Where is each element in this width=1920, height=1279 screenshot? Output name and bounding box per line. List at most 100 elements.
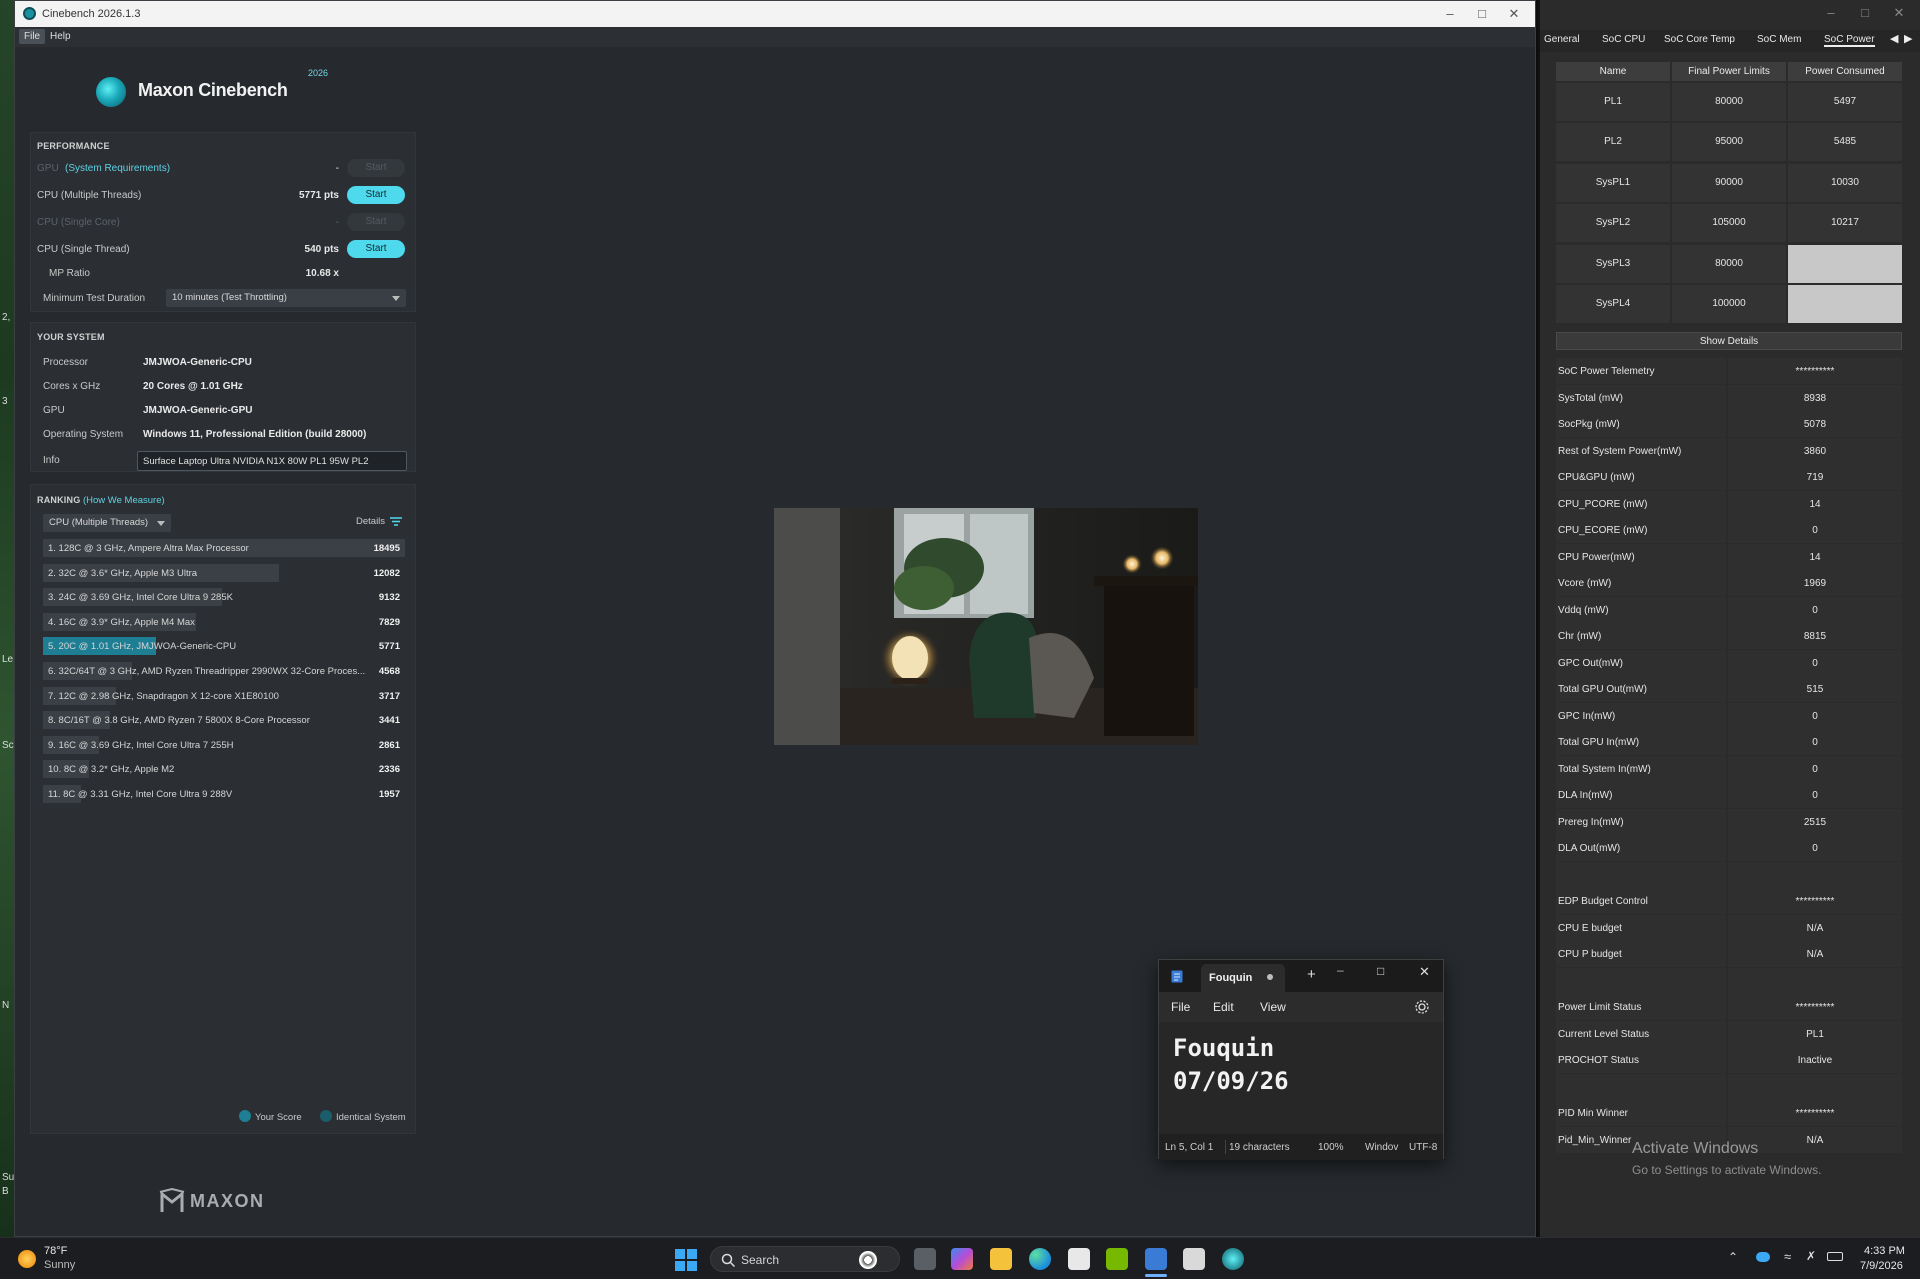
processor-label: Processor (43, 357, 89, 368)
activate-windows-title: Activate Windows (1632, 1140, 1759, 1157)
cpu-single-core-start-button[interactable]: Start (347, 213, 405, 231)
notepad-menubar: File Edit View (1159, 992, 1443, 1022)
tab-general[interactable]: General (1544, 34, 1580, 45)
wifi-icon[interactable]: ≈ (1784, 1249, 1791, 1264)
ranking-row[interactable]: 11. 8C @ 3.31 GHz, Intel Core Ultra 9 28… (43, 785, 405, 803)
battery-icon[interactable] (1827, 1252, 1843, 1261)
tab-soc-power[interactable]: SoC Power (1824, 34, 1875, 47)
microsoft-store-icon[interactable] (1068, 1248, 1090, 1270)
tab-soc-core-temp[interactable]: SoC Core Temp (1664, 34, 1735, 45)
menu-file[interactable]: File (19, 29, 46, 44)
snipping-tool-icon[interactable] (1183, 1248, 1205, 1270)
how-we-measure-link[interactable]: (How We Measure) (83, 495, 165, 506)
new-tab-button[interactable]: + (1307, 966, 1316, 983)
file-explorer-icon[interactable] (990, 1248, 1012, 1270)
notepad-text-area[interactable]: Fouquin 07/09/26 (1159, 1022, 1443, 1134)
close-button[interactable]: ✕ (1501, 5, 1527, 23)
telemetry-row: GPC In(mW) 0 (1556, 702, 1902, 729)
start-button-windows-icon[interactable] (675, 1249, 697, 1271)
clock-time[interactable]: 4:33 PM (1864, 1245, 1905, 1257)
onedrive-cloud-icon[interactable] (1756, 1252, 1770, 1262)
soc-tabs: General SoC CPU SoC Core Temp SoC Mem So… (1540, 30, 1920, 52)
taskbar-search-box[interactable]: Search (710, 1246, 900, 1272)
soc-titlebar[interactable]: – □ ✕ (1540, 0, 1920, 26)
min-duration-select[interactable]: 10 minutes (Test Throttling) (166, 289, 406, 307)
edge-browser-icon[interactable] (1029, 1248, 1051, 1270)
maxon-footer-logo: MAXON (190, 1191, 265, 1211)
details-button[interactable]: Details (356, 516, 402, 527)
tab-scroll-right-icon[interactable]: ▶ (1904, 32, 1912, 45)
telemetry-row: Vcore (mW) 1969 (1556, 570, 1902, 596)
notepad-menu-file[interactable]: File (1171, 1000, 1190, 1014)
ranking-label: 5. 20C @ 1.01 GHz, JMJWOA-Generic-CPU (48, 641, 237, 653)
show-details-button[interactable]: Show Details (1556, 332, 1902, 350)
tab-scroll-left-icon[interactable]: ◀ (1890, 32, 1898, 45)
search-icon (721, 1253, 735, 1267)
task-view-icon[interactable] (914, 1248, 936, 1270)
chevron-up-icon[interactable]: ⌃ (1728, 1250, 1738, 1264)
speaker-muted-icon[interactable]: ✗ (1806, 1249, 1816, 1263)
notepad-minimize-button[interactable]: – (1337, 963, 1344, 977)
telemetry-name: CPU E budget (1556, 914, 1726, 941)
notepad-menu-edit[interactable]: Edit (1213, 1000, 1234, 1014)
notepad-tab[interactable]: Fouquin (1201, 964, 1285, 992)
notepad-close-button[interactable]: ✕ (1419, 964, 1430, 980)
settings-gear-icon[interactable] (1415, 1000, 1429, 1014)
telemetry-name: Total System In(mW) (1556, 755, 1726, 782)
cpu-multi-start-button[interactable]: Start (347, 186, 405, 204)
weather-condition[interactable]: Sunny (44, 1259, 75, 1271)
telemetry-name: Total GPU Out(mW) (1556, 676, 1726, 702)
ranking-row[interactable]: 5. 20C @ 1.01 GHz, JMJWOA-Generic-CPU 577… (43, 637, 405, 656)
telemetry-value: 719 (1728, 464, 1902, 490)
weather-temp[interactable]: 78°F (44, 1245, 67, 1257)
processor-value: JMJWOA-Generic-CPU (143, 357, 252, 368)
maximize-button[interactable]: □ (1469, 5, 1495, 23)
soc-close-button[interactable]: ✕ (1886, 4, 1912, 22)
ranking-label: 1. 128C @ 3 GHz, Ampere Altra Max Proces… (48, 543, 249, 554)
ranking-test-select[interactable]: CPU (Multiple Threads) (43, 514, 171, 532)
ranking-row[interactable]: 6. 32C/64T @ 3 GHz, AMD Ryzen Threadripp… (43, 662, 405, 680)
ranking-row[interactable]: 9. 16C @ 3.69 GHz, Intel Core Ultra 7 25… (43, 735, 405, 754)
nvidia-app-icon[interactable] (1106, 1248, 1128, 1270)
telemetry-name (1556, 967, 1726, 994)
cpu-single-thread-label: CPU (Single Thread) (37, 244, 130, 255)
cpu-single-thread-start-button[interactable]: Start (347, 240, 405, 258)
line-ending[interactable]: Windov (1365, 1142, 1401, 1153)
ranking-row[interactable]: 1. 128C @ 3 GHz, Ampere Altra Max Proces… (43, 539, 405, 557)
soc-minimize-button[interactable]: – (1818, 4, 1844, 22)
taskbar: 78°F Sunny Search ⌃ ≈ ✗ 4:33 PM 7/9/2026 (0, 1237, 1920, 1279)
ranking-row[interactable]: 7. 12C @ 2.98 GHz, Snapdragon X 12-core … (43, 686, 405, 705)
minimize-button[interactable]: – (1437, 5, 1463, 23)
notepad-taskbar-icon[interactable] (1145, 1248, 1167, 1270)
telemetry-value (1728, 861, 1902, 888)
copilot-icon[interactable] (951, 1248, 973, 1270)
ranking-row[interactable]: 3. 24C @ 3.69 GHz, Intel Core Ultra 9 28… (43, 588, 405, 607)
telemetry-name: Current Level Status (1556, 1020, 1726, 1047)
ranking-row[interactable]: 10. 8C @ 3.2* GHz, Apple M2 2336 (43, 760, 405, 779)
ranking-label: 11. 8C @ 3.31 GHz, Intel Core Ultra 9 28… (48, 789, 233, 800)
ranking-row[interactable]: 2. 32C @ 3.6* GHz, Apple M3 Ultra 12082 (43, 563, 405, 582)
telemetry-value: ********** (1728, 1100, 1902, 1126)
info-field[interactable]: Surface Laptop Ultra NVIDIA N1X 80W PL1 … (137, 451, 407, 471)
menu-help[interactable]: Help (45, 29, 76, 44)
soc-maximize-button[interactable]: □ (1852, 4, 1878, 22)
tab-soc-cpu[interactable]: SoC CPU (1602, 34, 1645, 45)
system-requirements-link[interactable]: (System Requirements) (65, 163, 170, 174)
cinebench-titlebar[interactable]: Cinebench 2026.1.3 – □ ✕ (15, 1, 1535, 27)
identical-system-legend-icon (320, 1110, 332, 1122)
ranking-row[interactable]: 8. 8C/16T @ 3.8 GHz, AMD Ryzen 7 5800X 8… (43, 711, 405, 730)
power-consumed-cell (1788, 285, 1902, 323)
notepad-menu-view[interactable]: View (1260, 1000, 1286, 1014)
tab-soc-mem[interactable]: SoC Mem (1757, 34, 1801, 45)
ranking-row[interactable]: 4. 16C @ 3.9* GHz, Apple M4 Max 7829 (43, 612, 405, 631)
gpu-start-button[interactable]: Start (347, 159, 405, 177)
notepad-statusbar: Ln 5, Col 1 19 characters 100% Windov UT… (1159, 1134, 1443, 1160)
encoding[interactable]: UTF-8 (1409, 1142, 1437, 1153)
notepad-tabbar[interactable]: Fouquin + – □ ✕ (1159, 960, 1443, 992)
clock-date[interactable]: 7/9/2026 (1860, 1260, 1903, 1272)
zoom-level[interactable]: 100% (1318, 1142, 1344, 1153)
ranking-panel: RANKING (How We Measure) CPU (Multiple T… (30, 484, 416, 1134)
sun-weather-icon[interactable] (18, 1250, 36, 1268)
cinebench-taskbar-icon[interactable] (1222, 1248, 1244, 1270)
notepad-maximize-button[interactable]: □ (1377, 964, 1384, 978)
